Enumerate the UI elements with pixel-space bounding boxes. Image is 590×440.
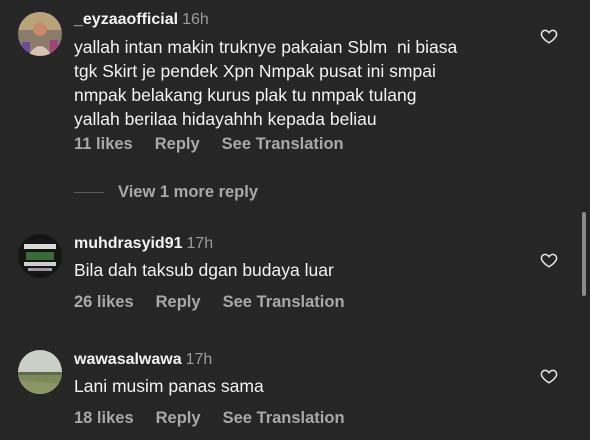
view-more-label[interactable]: View 1 more reply [118,183,258,202]
heart-outline-icon[interactable] [540,251,558,269]
avatar[interactable] [18,12,62,56]
comment-username[interactable]: muhdrasyid91 17h [74,234,213,254]
comment-username[interactable]: wawasalwawa 17h [74,350,212,370]
heart-outline-icon[interactable] [540,27,558,45]
comment-username[interactable]: _eyzaaofficial 16h [74,10,209,30]
reply-button[interactable]: Reply [156,408,201,428]
see-translation-button[interactable]: See Translation [223,292,345,312]
avatar[interactable] [18,350,62,394]
heart-outline-icon[interactable] [540,367,558,385]
avatar[interactable] [18,234,62,278]
comment-actions: 11 likes Reply See Translation [74,134,344,154]
likes-count[interactable]: 18 likes [74,408,134,428]
scrollbar[interactable] [582,212,586,296]
comment-text: Bila dah taksub dgan budaya luar [74,260,334,280]
comment-time: 17h [186,235,214,252]
comment-actions: 26 likes Reply See Translation [74,292,345,312]
reply-button[interactable]: Reply [156,292,201,312]
comments-panel: _eyzaaofficial 16h yallah intan makin tru… [0,0,590,440]
comment-actions: 18 likes Reply See Translation [74,408,345,428]
comment-time: 16h [182,11,209,28]
see-translation-button[interactable]: See Translation [222,134,344,154]
comment-text: yallah intan makin truknye pakaian Sblm … [74,37,458,129]
comment-time: 17h [185,351,213,368]
reply-button[interactable]: Reply [155,134,200,154]
view-more-replies[interactable]: View 1 more reply [74,183,258,202]
see-translation-button[interactable]: See Translation [223,408,345,428]
likes-count[interactable]: 11 likes [74,134,133,154]
divider-line [74,192,104,193]
comment-text: Lani musim panas sama [74,376,264,396]
likes-count[interactable]: 26 likes [74,292,134,312]
